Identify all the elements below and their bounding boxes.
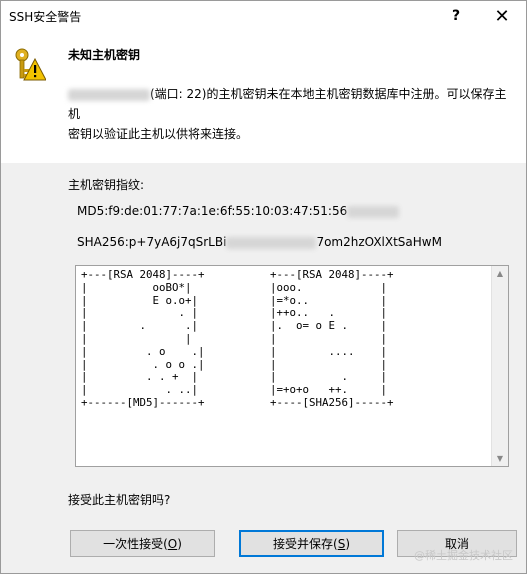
dialog-heading: 未知主机密钥 [68, 48, 141, 62]
md5-fingerprint: MD5:f9:de:01:77:7a:1e:6f:55:10:03:47:51:… [77, 204, 400, 218]
redacted-md5-tail [347, 205, 400, 218]
randomart-box[interactable]: +---[RSA 2048]----+ | ooBO*| | E o.o+| |… [75, 265, 509, 467]
header-panel: 未知主机密钥 (端口: 22)的主机密钥未在本地主机密钥数据库中注册。可以保存主… [1, 31, 526, 163]
scroll-up-icon[interactable]: ▲ [492, 269, 508, 278]
accept-once-paren: ) [177, 536, 182, 551]
accept-save-button[interactable]: 接受并保存(S) [239, 530, 384, 557]
vertical-scrollbar[interactable]: ▲ ▼ [491, 266, 508, 466]
dialog-description: (端口: 22)的主机密钥未在本地主机密钥数据库中注册。可以保存主机 密钥以验证… [68, 84, 518, 144]
md5-randomart: +---[RSA 2048]----+ | ooBO*| | E o.o+| |… [81, 268, 205, 409]
close-button[interactable]: ✕ [479, 1, 525, 31]
md5-value: MD5:f9:de:01:77:7a:1e:6f:55:10:03:47:51:… [77, 204, 348, 218]
accept-save-paren: ) [345, 536, 350, 551]
sha-prefix: SHA256:p+7yA6j7qSrLBi [77, 235, 227, 249]
accept-question: 接受此主机密钥吗? [68, 493, 171, 507]
help-button[interactable]: ? [433, 1, 479, 31]
redacted-hostname [68, 88, 150, 101]
accept-save-label: 接受并保存( [273, 537, 338, 551]
sha-suffix: 7om2hzOXlXtSaHwM [316, 235, 442, 249]
scroll-down-icon[interactable]: ▼ [492, 454, 508, 463]
key-warning-icon [15, 48, 46, 81]
accept-once-label: 一次性接受( [103, 537, 168, 551]
ssh-warning-dialog: SSH安全警告 ? ✕ 未知主机密钥 (端口: 22)的主机密钥未在本地主机密钥… [0, 0, 527, 574]
window-title: SSH安全警告 [9, 10, 82, 24]
fingerprint-label: 主机密钥指纹: [68, 178, 145, 192]
accept-once-hotkey: O [167, 536, 178, 551]
redacted-sha-middle [226, 236, 317, 249]
title-bar: SSH安全警告 ? ✕ [1, 1, 526, 31]
desc-line2: 密钥以验证此主机以供将来连接。 [68, 127, 249, 141]
accept-save-hotkey: S [337, 536, 346, 551]
watermark: @稀土掘金技术社区 [414, 549, 513, 562]
sha256-fingerprint: SHA256:p+7yA6j7qSrLBi 7om2hzOXlXtSaHwM [77, 235, 442, 249]
accept-once-button[interactable]: 一次性接受(O) [70, 530, 215, 557]
sha256-randomart: +---[RSA 2048]----+ |ooo. | |=*o.. | |++… [270, 268, 394, 409]
